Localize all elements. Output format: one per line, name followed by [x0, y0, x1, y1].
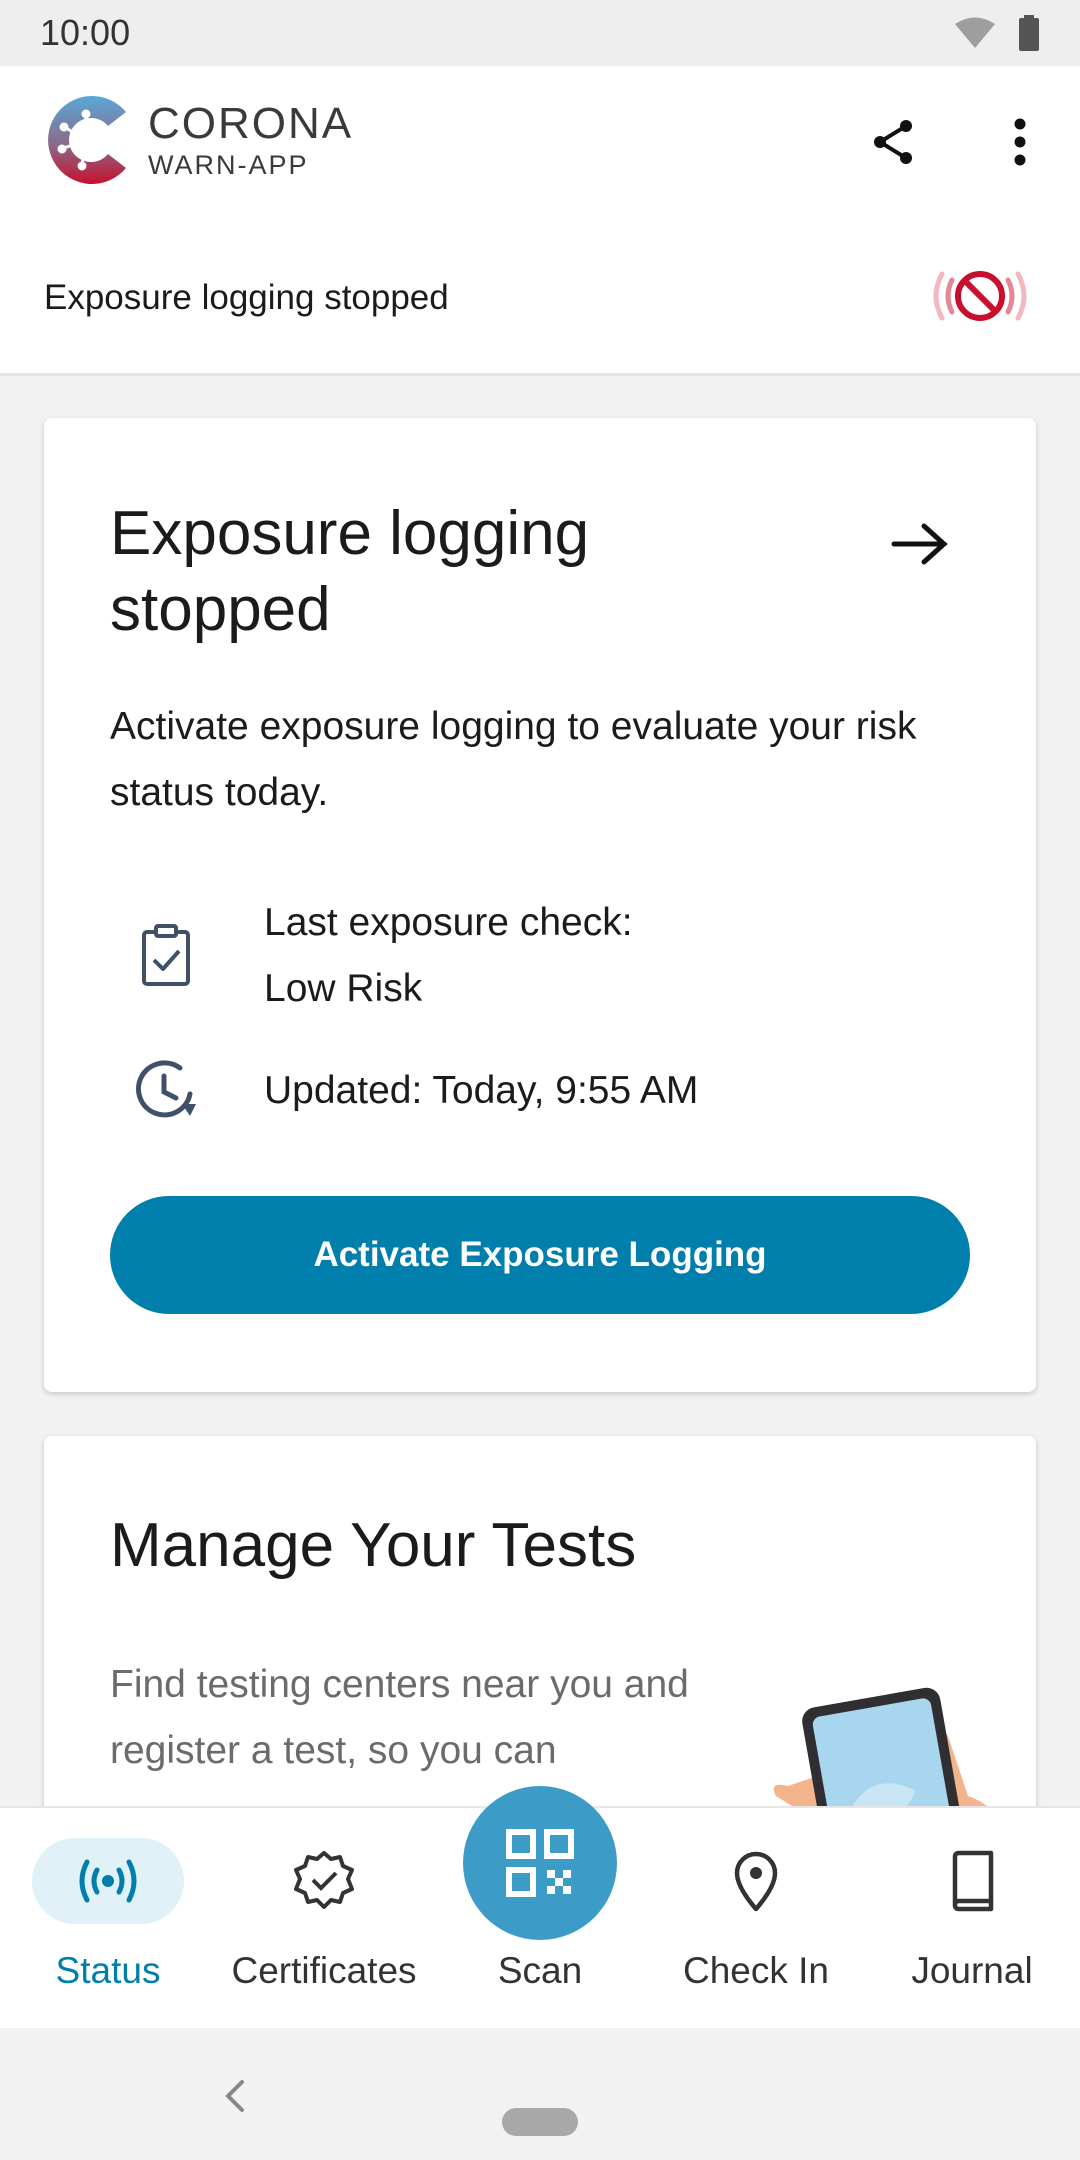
- activate-exposure-logging-button[interactable]: Activate Exposure Logging: [110, 1196, 970, 1314]
- nav-label-scan: Scan: [497, 1950, 583, 1991]
- qr-code-icon: [506, 1829, 574, 1897]
- nav-certificates-indicator: [248, 1838, 400, 1924]
- nav-label-certificates: Certificates: [231, 1950, 417, 1991]
- updated-text: Updated: Today, 9:55 AM: [264, 1069, 699, 1112]
- certificate-badge-icon: [294, 1851, 354, 1909]
- nav-label-check-in: Check In: [682, 1950, 829, 1991]
- book-icon: [952, 1850, 994, 1912]
- system-navigation-bar: [0, 2028, 1080, 2160]
- share-icon[interactable]: [868, 116, 920, 168]
- status-time: 10:00: [40, 12, 131, 53]
- last-check-value: Low Risk: [264, 967, 423, 1010]
- logging-status-text: Exposure logging stopped: [44, 278, 449, 317]
- nav-status-indicator: [32, 1838, 184, 1924]
- logo-subtitle: WARN-APP: [148, 149, 309, 180]
- wifi-icon: [955, 17, 995, 48]
- status-bar: 10:00: [0, 0, 1080, 66]
- app-header: CORONA WARN-APP Exposure logging stopped: [0, 66, 1080, 376]
- nav-item-certificates[interactable]: Certificates: [224, 1838, 424, 2018]
- manage-tests-title: Manage Your Tests: [110, 1511, 637, 1580]
- back-icon[interactable]: [220, 2076, 250, 2116]
- corona-logo-icon: [48, 96, 126, 184]
- arrow-right-icon[interactable]: [884, 514, 954, 574]
- broadcast-icon: [79, 1859, 137, 1903]
- logo-title: CORONA: [148, 98, 354, 148]
- risk-card-title: Exposure logging stopped: [110, 499, 590, 644]
- last-check-row: Last exposure check: Low Risk: [110, 890, 633, 1010]
- battery-icon: [1019, 15, 1039, 51]
- clock-refresh-icon: [136, 1060, 196, 1118]
- nav-check-in-indicator: [680, 1838, 832, 1924]
- scan-button[interactable]: [463, 1786, 617, 1940]
- risk-card-body: Activate exposure logging to evaluate yo…: [110, 705, 917, 814]
- nav-label-journal: Journal: [911, 1950, 1033, 1991]
- location-pin-icon: [734, 1851, 778, 1912]
- home-pill[interactable]: [502, 2108, 578, 2136]
- app-logo: CORONA WARN-APP: [42, 90, 353, 190]
- clipboard-check-icon: [142, 924, 190, 986]
- nav-label-status: Status: [55, 1950, 161, 1991]
- status-icons: [954, 15, 1040, 51]
- manage-tests-body: Find testing centers near you and regist…: [110, 1663, 689, 1772]
- logo-text: CORONA WARN-APP: [148, 98, 354, 180]
- updated-row: Updated: Today, 9:55 AM: [110, 1058, 698, 1126]
- nav-journal-indicator: [896, 1838, 1048, 1924]
- nav-item-check-in[interactable]: Check In: [656, 1838, 856, 2018]
- risk-card[interactable]: Exposure logging stopped Activate exposu…: [44, 418, 1036, 1392]
- last-check-label: Last exposure check:: [264, 901, 633, 944]
- logging-stopped-icon[interactable]: [930, 256, 1030, 336]
- last-check-text: Last exposure check: Low Risk: [264, 890, 964, 1022]
- nav-item-journal[interactable]: Journal: [872, 1838, 1072, 2018]
- more-options-icon[interactable]: [1000, 116, 1040, 168]
- nav-item-status[interactable]: Status: [8, 1838, 208, 2018]
